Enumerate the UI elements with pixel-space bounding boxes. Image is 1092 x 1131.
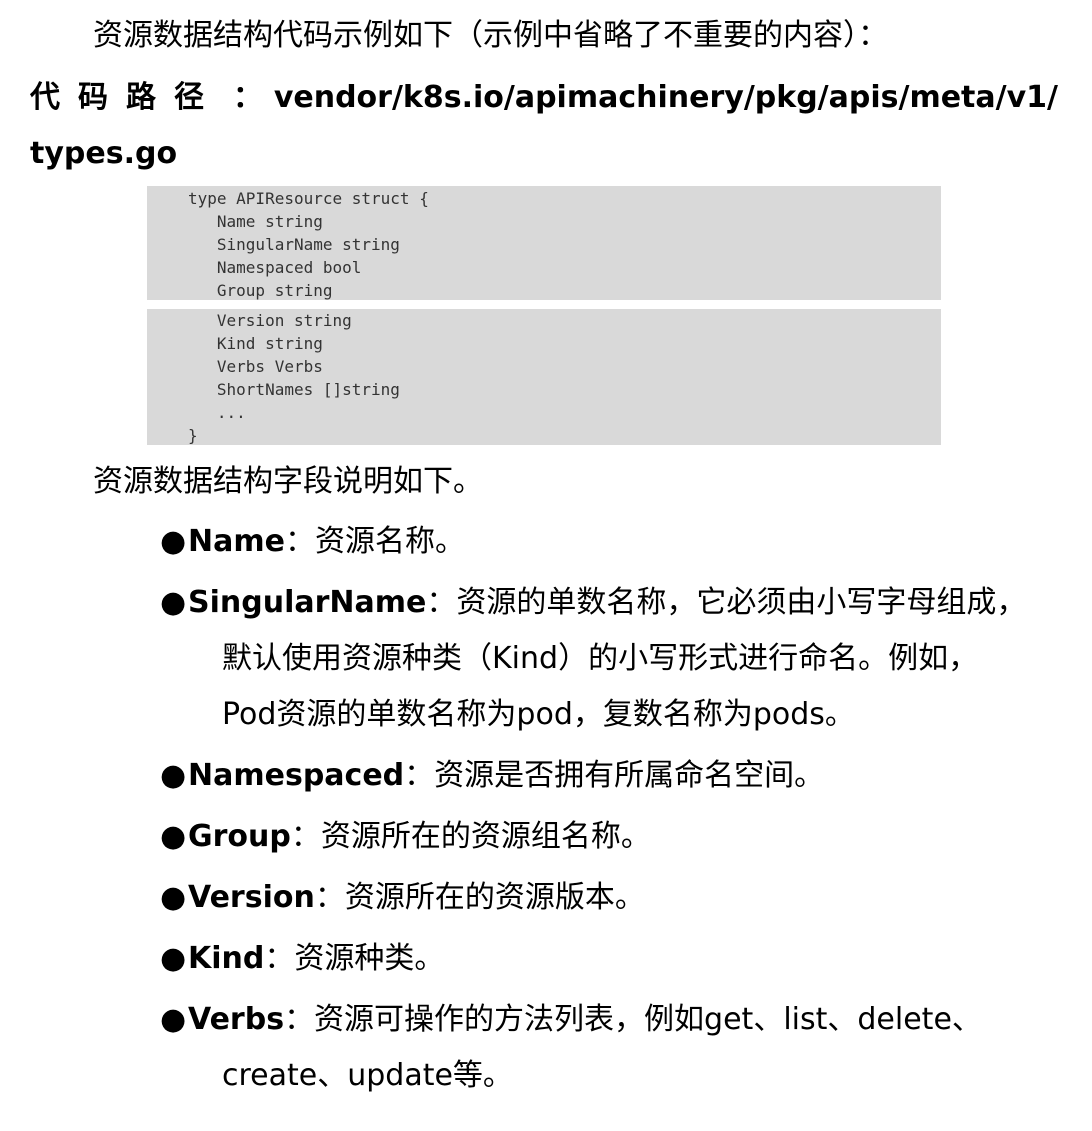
- bullet-icon: ●: [160, 585, 187, 620]
- fields-title: 资源数据结构字段说明如下。: [93, 464, 483, 499]
- intro-paragraph: 资源数据结构代码示例如下（示例中省略了不重要的内容）：: [93, 18, 888, 53]
- field-desc: ：资源是否拥有所属命名空间。: [404, 758, 825, 793]
- list-item-group: ● Group：资源所在的资源组名称。: [160, 809, 1060, 865]
- bullet-icon: ●: [160, 941, 187, 976]
- list-item-verbs: ● Verbs：资源可操作的方法列表，例如get、list、delete、 cr…: [160, 992, 1060, 1104]
- field-name: Name: [188, 524, 285, 559]
- field-desc: ：资源所在的资源组名称。: [290, 819, 651, 854]
- field-name: Verbs: [188, 1002, 285, 1037]
- code-block-2: Version string Kind string Verbs Verbs S…: [147, 309, 941, 445]
- field-desc: ：资源的单数名称，它必须由小写字母组成，: [426, 585, 1027, 620]
- field-desc: ：资源名称。: [284, 524, 465, 559]
- field-desc: ：资源种类。: [264, 941, 445, 976]
- field-desc-cont: Pod资源的单数名称为pod，复数名称为pods。: [222, 697, 855, 732]
- field-name: Kind: [188, 941, 265, 976]
- field-name: SingularName: [188, 585, 427, 620]
- code-path: 代码路径 ： vendor/k8s.io/apimachinery/pkg/ap…: [30, 70, 1058, 182]
- code-line: Namespaced bool: [188, 258, 362, 277]
- code-line: Kind string: [188, 334, 323, 353]
- bullet-icon: ●: [160, 524, 187, 559]
- list-item-version: ● Version：资源所在的资源版本。: [160, 870, 1060, 926]
- code-block-1: type APIResource struct { Name string Si…: [147, 186, 941, 300]
- field-desc-cont: create、update等。: [222, 1058, 513, 1093]
- code-path-value-line1: vendor/k8s.io/apimachinery/pkg/apis/meta…: [273, 80, 1058, 115]
- code-path-value-line2: types.go: [30, 136, 178, 171]
- code-line: type APIResource struct {: [188, 189, 429, 208]
- code-line: Group string: [188, 281, 333, 300]
- bullet-icon: ●: [160, 819, 187, 854]
- code-line: ShortNames []string: [188, 380, 400, 399]
- code-path-colon: ：: [232, 80, 263, 115]
- list-item-kind: ● Kind：资源种类。: [160, 931, 1060, 987]
- list-item-singularname: ● SingularName：资源的单数名称，它必须由小写字母组成， 默认使用资…: [160, 575, 1060, 743]
- list-item-name: ● Name：资源名称。: [160, 514, 1060, 570]
- field-name: Version: [188, 880, 315, 915]
- code-line: Verbs Verbs: [188, 357, 323, 376]
- code-line: Version string: [188, 311, 352, 330]
- bullet-icon: ●: [160, 758, 187, 793]
- code-line: Name string: [188, 212, 323, 231]
- code-line: ...: [188, 403, 246, 422]
- bullet-icon: ●: [160, 1002, 187, 1037]
- field-desc: ：资源可操作的方法列表，例如get、list、delete、: [284, 1002, 982, 1037]
- field-name: Group: [188, 819, 291, 854]
- field-list: ● Name：资源名称。 ● SingularName：资源的单数名称，它必须由…: [160, 514, 1060, 1109]
- field-name: Namespaced: [188, 758, 405, 793]
- list-item-namespaced: ● Namespaced：资源是否拥有所属命名空间。: [160, 748, 1060, 804]
- field-desc-cont: 默认使用资源种类（Kind）的小写形式进行命名。例如，: [222, 641, 979, 676]
- bullet-icon: ●: [160, 880, 187, 915]
- field-desc: ：资源所在的资源版本。: [314, 880, 645, 915]
- code-path-label: 代码路径: [30, 80, 222, 115]
- code-line: }: [188, 426, 198, 445]
- code-line: SingularName string: [188, 235, 400, 254]
